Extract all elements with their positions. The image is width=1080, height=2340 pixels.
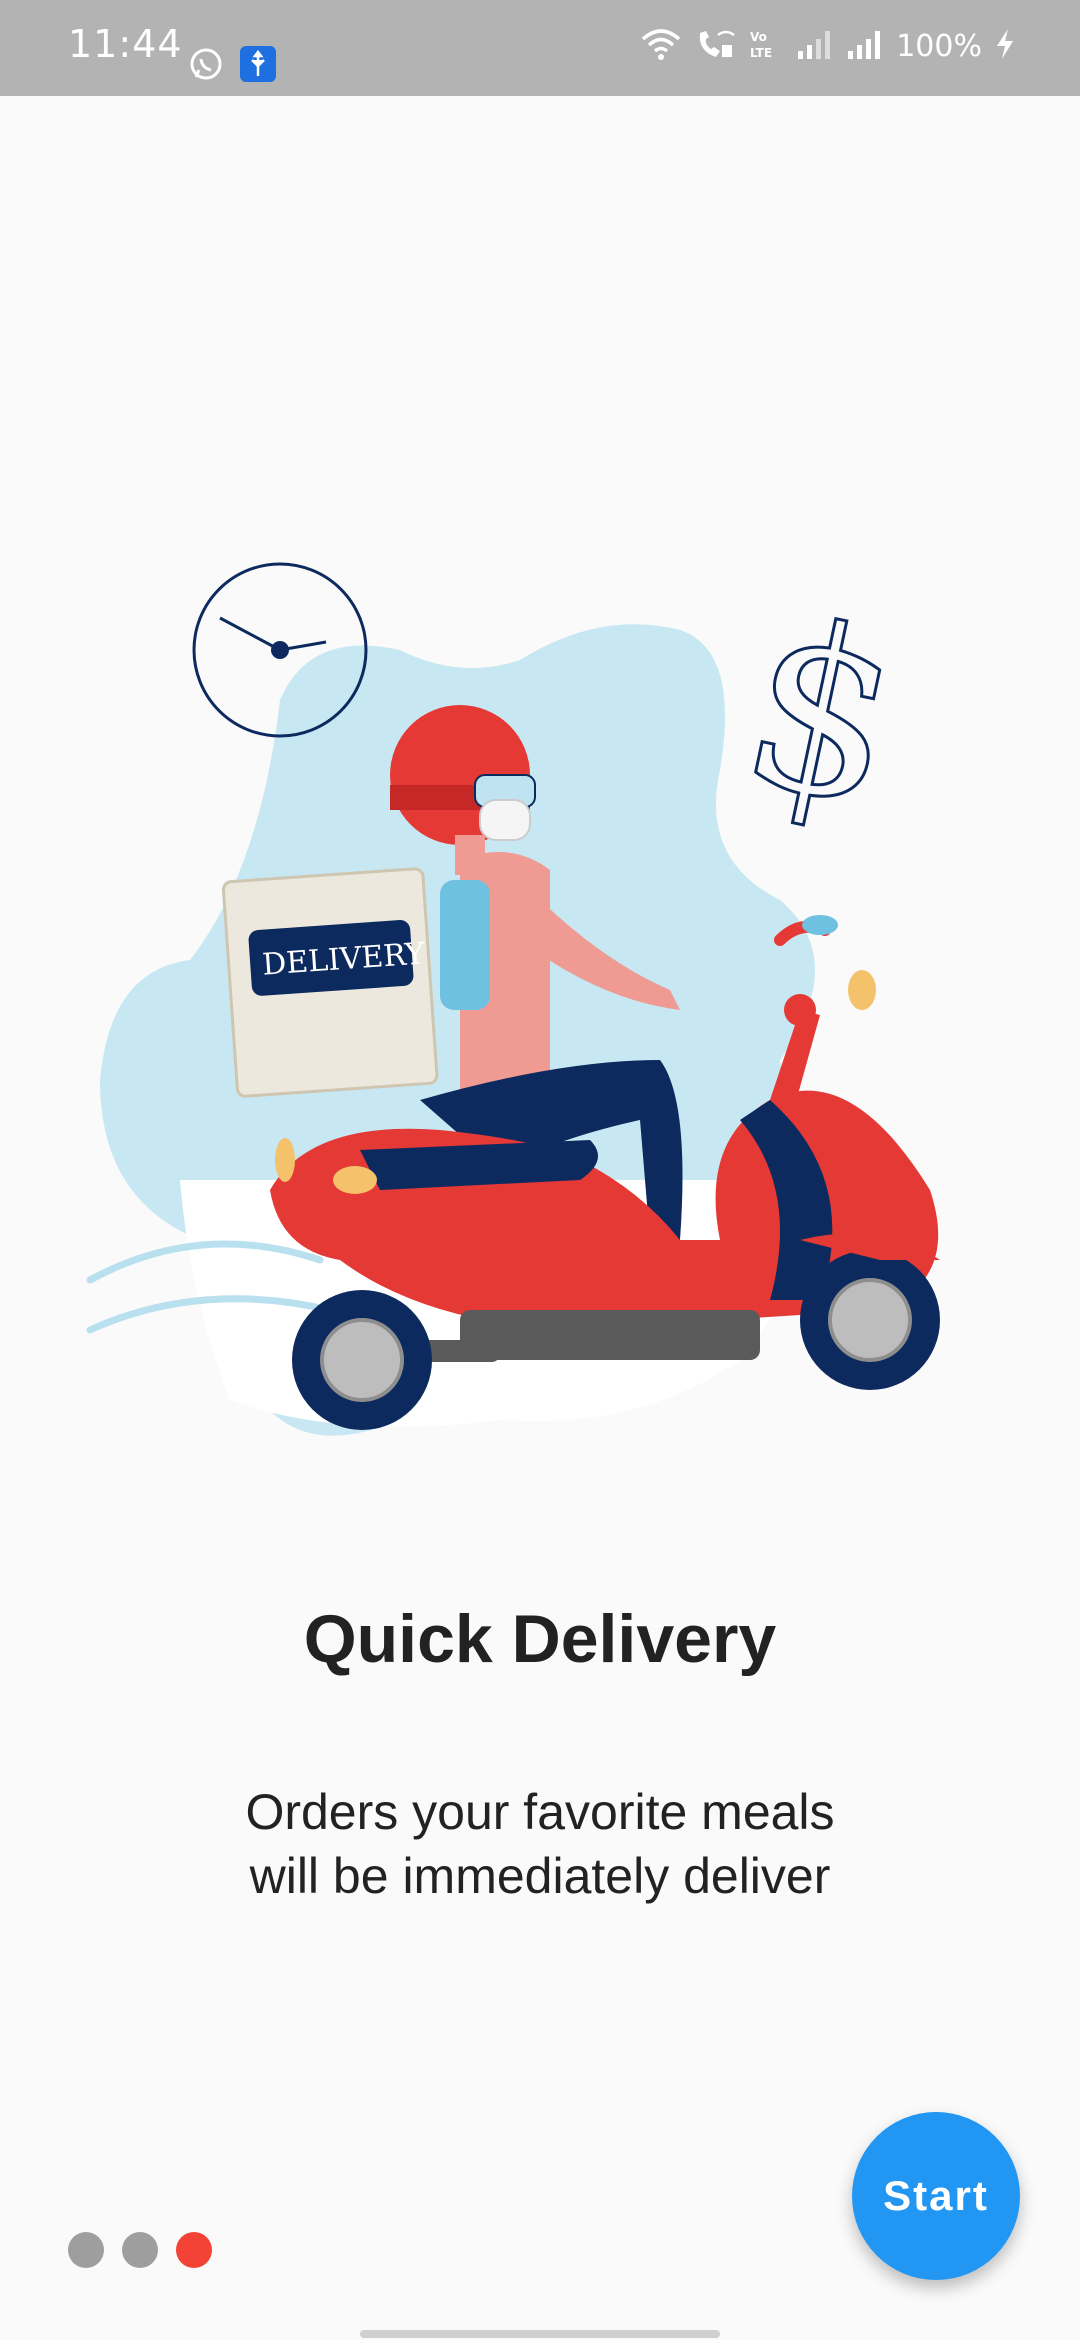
onboarding-title: Quick Delivery (303, 1601, 777, 1677)
wifi-icon (640, 27, 682, 66)
battery-level: 100% (896, 28, 982, 64)
whatsapp-icon (188, 46, 224, 87)
status-time: 11:44 (68, 22, 183, 66)
svg-text:$: $ (723, 568, 922, 860)
page-dot-2[interactable] (122, 2232, 158, 2268)
svg-text:LTE: LTE (750, 46, 772, 60)
usb-icon (240, 46, 276, 87)
page-dot-3-active[interactable] (176, 2232, 212, 2268)
status-bar: 11:44 Vo LTE 100% (0, 0, 1080, 96)
wifi-calling-icon (694, 27, 736, 66)
signal-icon (796, 27, 834, 66)
svg-text:Vo: Vo (750, 30, 767, 44)
page-dot-1[interactable] (68, 2232, 104, 2268)
status-right-group: Vo LTE 100% (640, 22, 1016, 70)
signal-icon (846, 27, 884, 66)
home-indicator[interactable] (360, 2330, 720, 2338)
volte-icon: Vo LTE (748, 27, 784, 66)
start-button[interactable]: Start (852, 2112, 1020, 2280)
onboarding-subtitle: Orders your favorite meals will be immed… (245, 1784, 835, 1904)
rear-wheel (292, 1290, 432, 1430)
dollar-icon: $ (722, 567, 924, 862)
charging-icon (994, 27, 1016, 66)
page-indicator (68, 2232, 212, 2268)
delivery-illustration: $ DELIVERY (86, 562, 940, 1436)
